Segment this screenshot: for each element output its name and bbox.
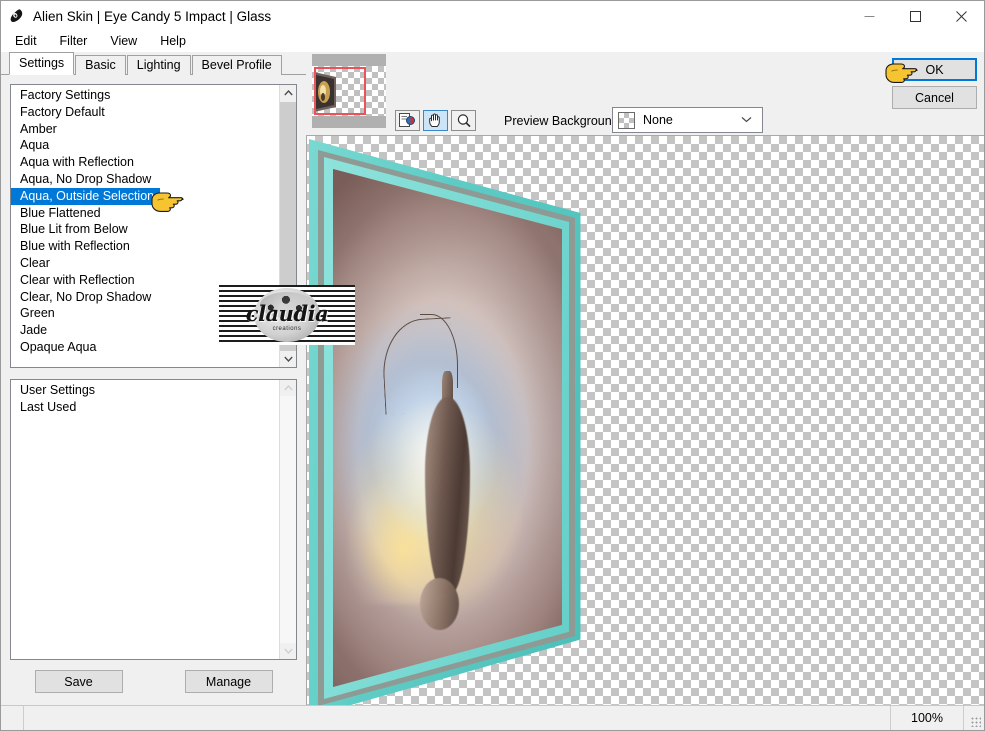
- list-item-label: Aqua with Reflection: [20, 155, 134, 170]
- left-panel: Settings Basic Lighting Bevel Profile Fa…: [1, 52, 306, 705]
- preview-canvas[interactable]: [306, 135, 984, 705]
- list-item-label: Blue with Reflection: [20, 239, 130, 254]
- close-button[interactable]: [938, 1, 984, 31]
- window-title: Alien Skin | Eye Candy 5 Impact | Glass: [33, 8, 272, 24]
- menu-bar: Edit Filter View Help: [1, 31, 984, 52]
- tab-bevel-profile[interactable]: Bevel Profile: [191, 55, 282, 75]
- scroll-down-arrow-icon[interactable]: [280, 351, 296, 367]
- status-zoom-level: 100%: [891, 706, 964, 730]
- list-item-label: Amber: [20, 121, 57, 136]
- window-controls: [846, 1, 984, 31]
- right-panel: Preview Background: None OK Cancel: [306, 52, 984, 705]
- list-item-label: Factory Settings: [20, 88, 111, 102]
- menu-item-help[interactable]: Help: [155, 32, 196, 51]
- tab-lighting[interactable]: Lighting: [126, 55, 191, 75]
- tab-strip: Settings Basic Lighting Bevel Profile: [1, 52, 306, 75]
- menu-item-view[interactable]: View: [105, 32, 147, 51]
- zoom-magnifier-icon[interactable]: [451, 110, 476, 131]
- user-settings-items: User Settings Last Used: [11, 382, 281, 659]
- alien-head-icon: [8, 7, 26, 25]
- preview-toolbar: Preview Background: None OK Cancel: [306, 52, 984, 135]
- list-item[interactable]: Aqua: [11, 137, 279, 154]
- list-item-label: Blue Flattened: [20, 205, 101, 220]
- app-window: Alien Skin | Eye Candy 5 Impact | Glass …: [0, 0, 985, 731]
- hand-pan-icon[interactable]: [423, 110, 448, 131]
- list-item[interactable]: Amber: [11, 121, 279, 138]
- save-button[interactable]: Save: [34, 670, 123, 693]
- pointing-hand-cursor-list: [150, 190, 184, 219]
- list-item-label: Clear: [20, 255, 50, 270]
- navigator-viewport-rect[interactable]: [314, 67, 366, 115]
- user-list-scrollbar[interactable]: [279, 380, 296, 659]
- list-item-label: Factory Default: [20, 104, 105, 119]
- manage-button[interactable]: Manage: [184, 670, 273, 693]
- list-item-label: Blue Lit from Below: [20, 222, 128, 237]
- list-item[interactable]: Blue Lit from Below: [11, 221, 279, 238]
- preview-background-label: Preview Background:: [504, 114, 623, 128]
- list-item-selected[interactable]: Aqua, Outside Selection: [11, 187, 279, 205]
- preview-tool-buttons: [395, 110, 476, 131]
- list-item[interactable]: Blue Flattened: [11, 205, 279, 222]
- preview-artwork: [309, 139, 581, 705]
- artwork-photo: [333, 169, 562, 687]
- list-item-label: Last Used: [20, 399, 77, 414]
- watermark-overlay: claudia creations: [219, 285, 355, 345]
- scroll-up-arrow-icon[interactable]: [280, 85, 296, 101]
- watermark-subtext: creations: [272, 326, 302, 332]
- minimize-button[interactable]: [846, 1, 892, 31]
- list-item[interactable]: Blue with Reflection: [11, 238, 279, 255]
- list-item[interactable]: Last Used: [11, 399, 281, 416]
- user-settings-list[interactable]: User Settings Last Used: [10, 379, 297, 660]
- resize-grip-icon[interactable]: [964, 706, 984, 730]
- list-item-label: Aqua, Outside Selection: [11, 187, 161, 205]
- status-bar: 100%: [1, 705, 984, 730]
- tab-settings[interactable]: Settings: [9, 52, 75, 75]
- preview-compare-icon[interactable]: [395, 110, 420, 131]
- photo-vignette: [333, 169, 562, 687]
- watermark-text: claudia: [245, 301, 329, 326]
- scroll-down-arrow-icon[interactable]: [280, 643, 296, 659]
- preview-background-value: None: [643, 113, 673, 127]
- maximize-button[interactable]: [892, 1, 938, 31]
- list-item[interactable]: Aqua with Reflection: [11, 154, 279, 171]
- list-item[interactable]: Factory Default: [11, 104, 279, 121]
- list-item[interactable]: User Settings: [11, 382, 281, 399]
- status-left-cell: [1, 706, 24, 730]
- scroll-up-arrow-icon[interactable]: [280, 380, 296, 396]
- chevron-down-icon[interactable]: [741, 115, 752, 126]
- menu-item-filter[interactable]: Filter: [55, 32, 98, 51]
- menu-item-edit[interactable]: Edit: [10, 32, 47, 51]
- body-split: Settings Basic Lighting Bevel Profile Fa…: [1, 52, 984, 705]
- list-item-label: Aqua: [20, 138, 50, 153]
- transparency-swatch-icon: [618, 111, 635, 129]
- navigator-thumbnail[interactable]: [312, 54, 386, 128]
- title-bar: Alien Skin | Eye Candy 5 Impact | Glass: [1, 1, 984, 31]
- pointing-hand-cursor-ok: [884, 61, 918, 90]
- list-item[interactable]: Aqua, No Drop Shadow: [11, 171, 279, 188]
- list-item[interactable]: Factory Settings: [11, 87, 279, 104]
- list-item-label: User Settings: [20, 383, 96, 397]
- status-message-cell: [24, 706, 891, 730]
- settings-button-row: Save Manage: [10, 670, 297, 705]
- settings-tab-content: Factory Settings Factory Default Amber A…: [1, 75, 306, 705]
- list-item-label: Aqua, No Drop Shadow: [20, 171, 152, 186]
- preview-background-select[interactable]: None: [612, 107, 763, 133]
- tab-basic[interactable]: Basic: [75, 55, 126, 75]
- list-item[interactable]: Clear: [11, 255, 279, 272]
